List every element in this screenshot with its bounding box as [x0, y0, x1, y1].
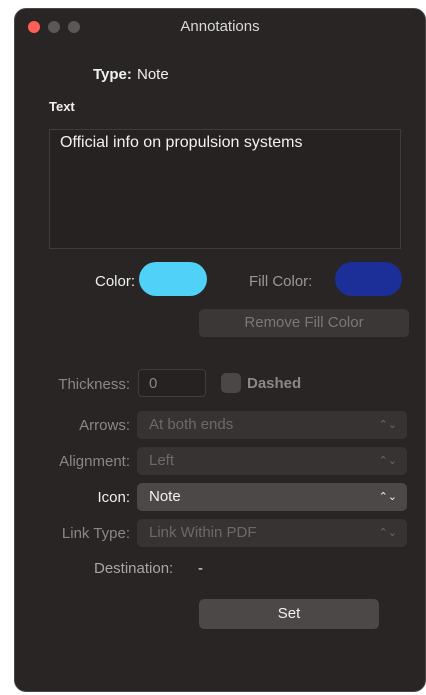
- dashed-checkbox[interactable]: [221, 373, 241, 393]
- link-type-select[interactable]: Link Within PDF ⌃⌄: [137, 519, 407, 547]
- type-label: Type:: [93, 66, 132, 83]
- icon-select[interactable]: Note ⌃⌄: [137, 483, 407, 511]
- link-type-label: Link Type:: [61, 525, 130, 542]
- chevron-up-down-icon: ⌃⌄: [378, 491, 397, 503]
- remove-fill-color-button[interactable]: Remove Fill Color: [199, 309, 409, 337]
- fill-color-well[interactable]: [335, 262, 402, 296]
- window-title: Annotations: [180, 18, 260, 35]
- destination-value: -: [198, 560, 203, 577]
- annotations-window: Annotations Type: Note Text Official inf…: [14, 8, 426, 692]
- icon-value: Note: [149, 488, 181, 505]
- title-bar: Annotations: [15, 9, 425, 43]
- link-type-value: Link Within PDF: [149, 524, 257, 541]
- arrows-label: Arrows:: [79, 417, 130, 434]
- alignment-select[interactable]: Left ⌃⌄: [137, 447, 407, 475]
- color-well[interactable]: [139, 262, 207, 296]
- arrows-value: At both ends: [149, 416, 234, 433]
- alignment-value: Left: [149, 452, 175, 469]
- chevron-up-down-icon: ⌃⌄: [378, 455, 397, 467]
- dashed-label: Dashed: [247, 375, 302, 392]
- chevron-up-down-icon: ⌃⌄: [378, 419, 397, 431]
- thickness-label: Thickness:: [58, 376, 130, 393]
- icon-label: Icon:: [97, 489, 130, 506]
- destination-label: Destination:: [94, 560, 174, 577]
- fill-color-label: Fill Color:: [249, 273, 313, 290]
- thickness-field[interactable]: 0: [138, 369, 206, 397]
- type-value: Note: [137, 66, 169, 83]
- arrows-select[interactable]: At both ends ⌃⌄: [137, 411, 407, 439]
- text-label: Text: [49, 99, 75, 114]
- color-label: Color:: [95, 273, 136, 290]
- text-field[interactable]: Official info on propulsion systems: [49, 129, 401, 249]
- alignment-label: Alignment:: [59, 453, 130, 470]
- set-button[interactable]: Set: [199, 599, 379, 629]
- chevron-up-down-icon: ⌃⌄: [378, 527, 397, 539]
